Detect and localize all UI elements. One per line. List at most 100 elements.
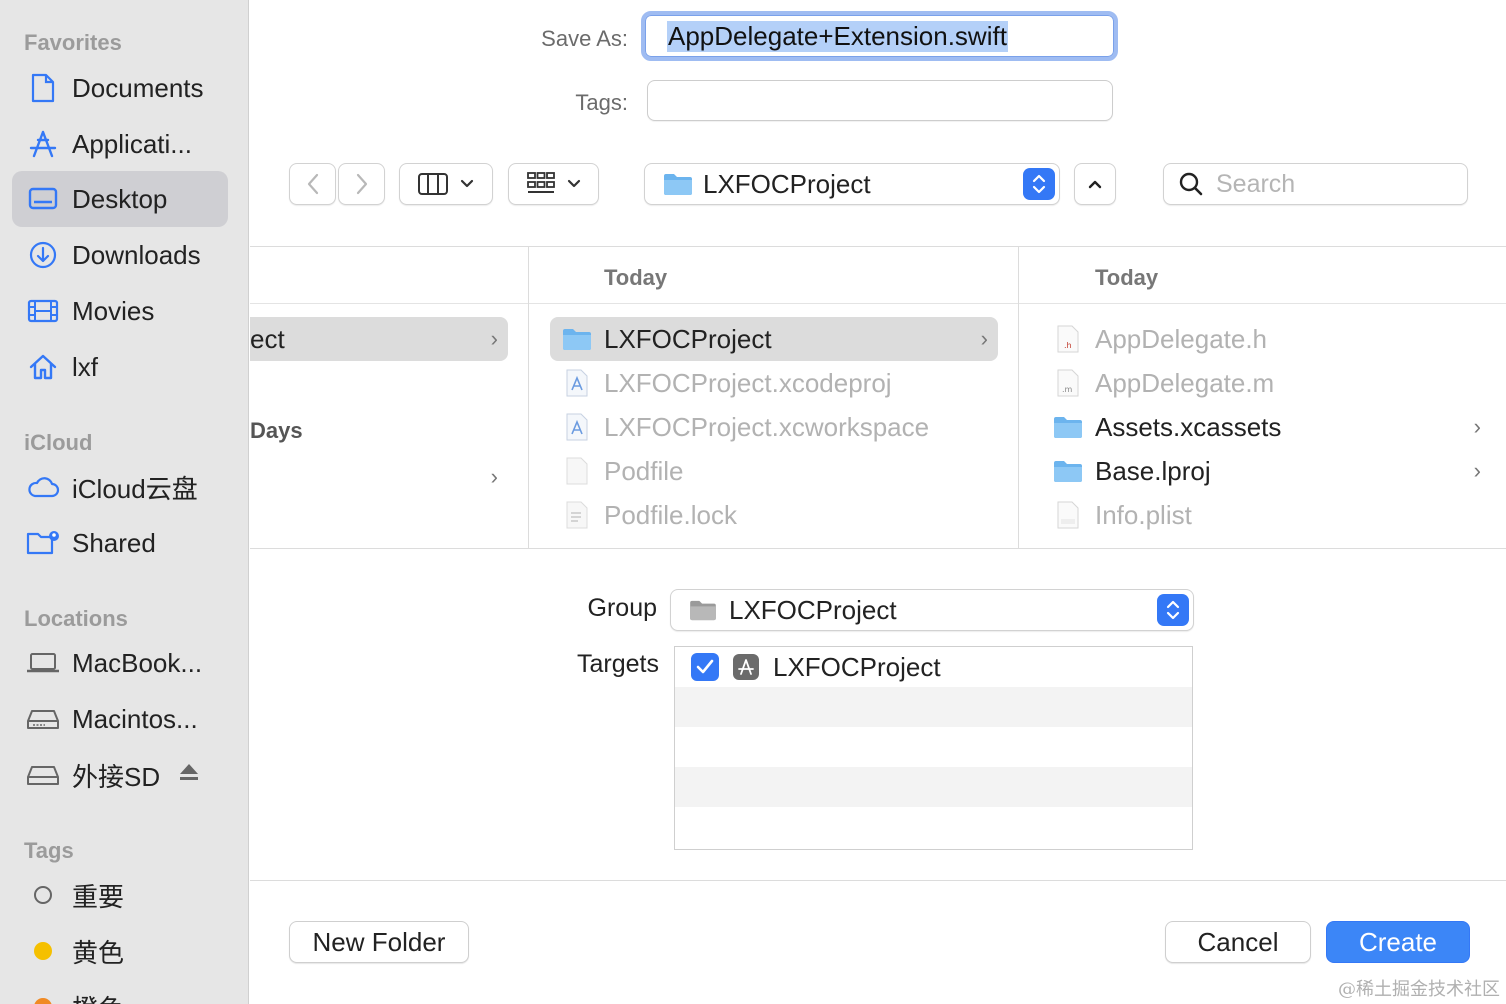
chevron-right-icon: › [1473,458,1481,483]
list-item[interactable]: › [250,455,508,499]
sidebar-item-label: Documents [72,72,204,103]
search-input[interactable]: Search [1163,163,1468,205]
list-item-label: ect [250,323,285,354]
sidebar-item-label: iCloud云盘 [72,473,198,504]
column-heading: Today [604,265,668,290]
sidebar-item-macintosh-hd[interactable]: Macintos... [12,691,228,747]
target-checkbox[interactable] [691,653,719,681]
view-mode-button[interactable] [399,163,493,205]
updown-chevron-icon [1023,168,1055,200]
document-icon [26,71,60,105]
chevron-right-icon: › [1473,414,1481,439]
favorites-heading: Favorites [24,30,122,55]
empty-row [675,727,1192,767]
empty-row [675,807,1192,847]
sidebar-item-home[interactable]: lxf [12,339,228,395]
icloud-heading: iCloud [24,430,93,455]
column-heading: Today [1095,265,1159,290]
folder-icon [1053,456,1083,486]
sidebar-item-external-sd[interactable]: 外接SD [12,747,228,803]
new-folder-button[interactable]: New Folder [289,921,469,963]
sidebar-item-label: 黄色 [72,937,125,968]
sidebar-item-label: Desktop [72,183,168,214]
folder-icon [562,324,592,354]
cancel-button[interactable]: Cancel [1165,921,1311,963]
checkmark-icon [696,659,714,674]
group-popup[interactable]: LXFOCProject [670,589,1194,631]
file-icon [562,456,592,486]
list-item-label: Info.plist [1095,499,1192,530]
target-label: LXFOCProject [773,651,941,682]
sidebar-item-desktop[interactable]: Desktop [12,171,228,227]
create-button[interactable]: Create [1326,921,1470,963]
laptop-icon [26,646,60,680]
folder-icon [690,600,716,621]
list-item[interactable]: LXFOCProject.xcworkspace [550,405,998,449]
tag-orange-icon [26,990,60,1004]
sidebar-item-label: Applicati... [72,128,192,159]
plist-file-icon [1053,500,1083,530]
list-item-label: Assets.xcassets [1095,411,1282,442]
back-button[interactable] [289,163,336,205]
list-item[interactable]: ect › [250,317,508,361]
target-row[interactable]: LXFOCProject [675,647,1192,687]
sidebar-item-label: Downloads [72,239,201,270]
tag-yellow-icon [26,934,60,968]
chevron-left-icon [307,173,318,195]
sidebar-tag-orange[interactable]: 橙色 [12,979,228,1004]
list-item[interactable]: Podfile [550,449,998,493]
list-item-label: AppDelegate.h [1095,323,1268,354]
sidebar-item-documents[interactable]: Documents [12,60,228,116]
text-file-icon [562,500,592,530]
forward-button[interactable] [338,163,385,205]
list-item[interactable]: .h AppDelegate.h [1041,317,1491,361]
list-item-partial [550,537,998,548]
sidebar-tag-yellow[interactable]: 黄色 [12,923,228,979]
list-item-label: LXFOCProject [604,323,772,354]
eject-icon[interactable] [178,762,200,788]
app-target-icon [733,654,759,680]
expand-collapse-button[interactable] [1074,163,1116,205]
sidebar-item-shared[interactable]: Shared [12,515,228,571]
sidebar-item-movies[interactable]: Movies [12,283,228,339]
column-header-divider [529,303,1018,304]
downloads-icon [26,238,60,272]
list-item[interactable]: LXFOCProject › [550,317,998,361]
sidebar-item-icloud-drive[interactable]: iCloud云盘 [12,459,228,515]
updown-chevron-icon [1157,594,1189,626]
folder-icon [664,174,692,195]
chevron-up-icon [1088,180,1102,189]
location-popup[interactable]: LXFOCProject [644,163,1060,205]
sidebar-item-downloads[interactable]: Downloads [12,227,228,283]
sidebar-item-label: 重要 [72,881,125,912]
list-item[interactable]: LXFOCProject.xcodeproj [550,361,998,405]
list-item[interactable]: Base.lproj › [1041,449,1491,493]
m-file-icon: .m [1053,368,1083,398]
sidebar-item-label: Movies [72,295,155,326]
list-item[interactable]: Info.plist [1041,493,1491,537]
movies-icon [26,294,60,328]
sidebar-item-macbook[interactable]: MacBook... [12,635,228,691]
list-item[interactable]: Days [250,409,518,453]
desktop-icon [26,182,60,216]
tag-hollow-icon [26,878,60,912]
locations-heading: Locations [24,606,128,631]
save-as-input[interactable]: AppDelegate+Extension.swift [641,11,1118,61]
empty-row [675,767,1192,807]
sidebar-tag-important[interactable]: 重要 [12,867,228,923]
empty-row [675,687,1192,727]
browser-column-1: ect › Days › [250,247,529,548]
folder-icon [562,544,592,548]
list-item-label: Days [250,418,303,443]
sidebar-item-applications[interactable]: Applicati... [12,116,228,172]
list-item[interactable]: .m AppDelegate.m [1041,361,1491,405]
list-item[interactable]: Assets.xcassets › [1041,405,1491,449]
xcodeproj-icon [562,368,592,398]
sidebar-item-label: MacBook... [72,647,203,678]
list-item[interactable]: Podfile.lock [550,493,998,537]
list-item-label: LXFOCProject.xcworkspace [604,411,930,442]
tags-input[interactable] [647,80,1113,121]
group-by-button[interactable] [508,163,599,205]
search-placeholder: Search [1216,169,1296,198]
chevron-right-icon: › [980,326,988,351]
